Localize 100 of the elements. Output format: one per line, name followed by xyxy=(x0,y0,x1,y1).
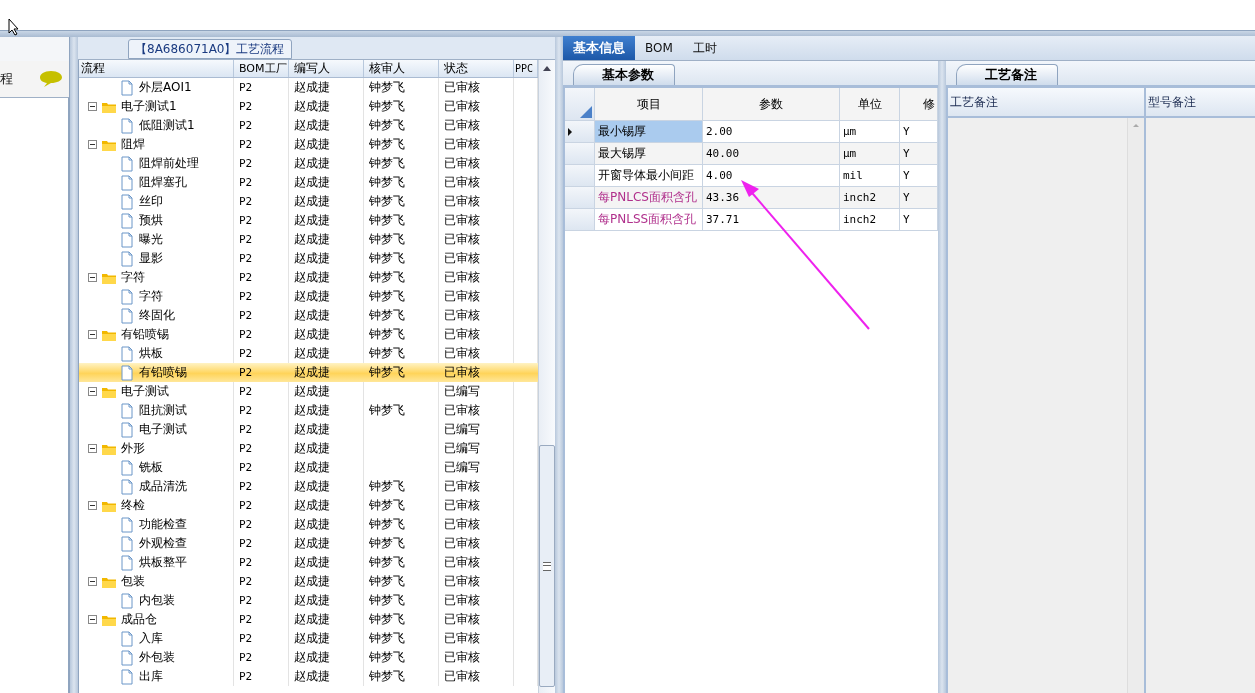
node-label: 电子测试1 xyxy=(121,98,177,115)
tree-row[interactable]: 成品仓 P2 赵成捷 钟梦飞 已审核 xyxy=(79,610,538,629)
tab[interactable]: 工时 xyxy=(682,36,727,60)
collapse-icon[interactable] xyxy=(88,615,97,624)
column-header[interactable]: 状态 xyxy=(439,60,514,77)
tree-row[interactable]: 外观检查 P2 赵成捷 钟梦飞 已审核 xyxy=(79,534,538,553)
collapse-icon[interactable] xyxy=(88,140,97,149)
tree-row[interactable]: 有铅喷锡 P2 赵成捷 钟梦飞 已审核 xyxy=(79,363,538,382)
tree-row[interactable]: 阻焊前处理 P2 赵成捷 钟梦飞 已审核 xyxy=(79,154,538,173)
collapse-icon[interactable] xyxy=(88,330,97,339)
tree-row[interactable]: 外形 P2 赵成捷 已编写 xyxy=(79,439,538,458)
table-cell: 已审核 xyxy=(444,250,480,267)
column-header[interactable]: 编写人 xyxy=(289,60,364,77)
collapse-icon[interactable] xyxy=(88,577,97,586)
tree-row[interactable]: 电子测试 P2 赵成捷 已编写 xyxy=(79,420,538,439)
table-cell: 钟梦飞 xyxy=(369,193,405,210)
table-cell: 赵成捷 xyxy=(294,535,330,552)
node-label: 烘板 xyxy=(139,345,163,362)
column-header[interactable]: 参数 xyxy=(703,88,840,121)
tree-row[interactable]: 电子测试 P2 赵成捷 已编写 xyxy=(79,382,538,401)
node-label: 成品仓 xyxy=(121,611,157,628)
collapse-icon[interactable] xyxy=(88,273,97,282)
splitter-handle[interactable] xyxy=(938,61,946,693)
tree-row[interactable]: 终固化 P2 赵成捷 钟梦飞 已审核 xyxy=(79,306,538,325)
document-icon xyxy=(119,212,135,229)
document-icon xyxy=(119,516,135,533)
group-title: 【8A686071A0】工艺流程 xyxy=(128,39,292,59)
node-label: 曝光 xyxy=(139,231,163,248)
table-cell: 钟梦飞 xyxy=(369,98,405,115)
tree-row[interactable]: 字符 P2 赵成捷 钟梦飞 已审核 xyxy=(79,268,538,287)
collapse-icon[interactable] xyxy=(88,501,97,510)
tree-row[interactable]: 终检 P2 赵成捷 钟梦飞 已审核 xyxy=(79,496,538,515)
tree-row[interactable]: 出库 P2 赵成捷 钟梦飞 已审核 xyxy=(79,667,538,686)
document-icon xyxy=(119,459,135,476)
document-icon xyxy=(119,250,135,267)
table-cell: P2 xyxy=(239,556,253,569)
tree-row[interactable]: 铣板 P2 赵成捷 已编写 xyxy=(79,458,538,477)
splitter-handle[interactable] xyxy=(555,37,563,693)
collapse-icon[interactable] xyxy=(88,102,97,111)
table-cell: 已审核 xyxy=(444,554,480,571)
document-icon xyxy=(119,231,135,248)
table-cell: 已审核 xyxy=(444,79,480,96)
node-label: 外观检查 xyxy=(139,535,187,552)
tree-row[interactable]: 显影 P2 赵成捷 钟梦飞 已审核 xyxy=(79,249,538,268)
table-cell: 赵成捷 xyxy=(294,668,330,685)
column-header[interactable]: BOM工厂 xyxy=(234,60,289,77)
tree-row[interactable]: 字符 P2 赵成捷 钟梦飞 已审核 xyxy=(79,287,538,306)
collapse-icon[interactable] xyxy=(88,387,97,396)
section-tab[interactable]: 基本参数 xyxy=(573,64,675,85)
table-cell: 赵成捷 xyxy=(294,136,330,153)
tree-row[interactable]: 内包装 P2 赵成捷 钟梦飞 已审核 xyxy=(79,591,538,610)
tree-row[interactable]: 入库 P2 赵成捷 钟梦飞 已审核 xyxy=(79,629,538,648)
collapse-icon[interactable] xyxy=(88,444,97,453)
row-header[interactable] xyxy=(565,121,595,143)
column-header[interactable]: 核审人 xyxy=(364,60,439,77)
tree-row[interactable]: 丝印 P2 赵成捷 钟梦飞 已审核 xyxy=(79,192,538,211)
table-cell: 钟梦飞 xyxy=(369,345,405,362)
tree-row[interactable]: 外包装 P2 赵成捷 钟梦飞 已审核 xyxy=(79,648,538,667)
column-header[interactable]: 工艺备注 xyxy=(948,88,1146,116)
column-header[interactable]: 型号备注 xyxy=(1146,88,1255,116)
table-cell: 赵成捷 xyxy=(294,649,330,666)
table-cell: 钟梦飞 xyxy=(369,573,405,590)
table-cell: 每PNLSS面积含孔 xyxy=(595,209,703,231)
table-cell: P2 xyxy=(239,119,253,132)
tree-row[interactable]: 阻焊 P2 赵成捷 钟梦飞 已审核 xyxy=(79,135,538,154)
tree-row[interactable]: 预烘 P2 赵成捷 钟梦飞 已审核 xyxy=(79,211,538,230)
tree-row[interactable]: 功能检查 P2 赵成捷 钟梦飞 已审核 xyxy=(79,515,538,534)
tree-row[interactable]: 电子测试1 P2 赵成捷 钟梦飞 已审核 xyxy=(79,97,538,116)
table-cell: 钟梦飞 xyxy=(369,497,405,514)
node-label: 预烘 xyxy=(139,212,163,229)
splitter-handle[interactable] xyxy=(70,37,78,693)
tab[interactable]: 基本信息 xyxy=(563,36,635,60)
tree-row[interactable]: 阻焊塞孔 P2 赵成捷 钟梦飞 已审核 xyxy=(79,173,538,192)
column-header[interactable]: 流程 xyxy=(79,60,234,77)
table-cell: 已审核 xyxy=(444,630,480,647)
tree-row[interactable]: 低阻测试1 P2 赵成捷 钟梦飞 已审核 xyxy=(79,116,538,135)
node-label: 电子测试 xyxy=(139,421,187,438)
column-header[interactable]: 单位 xyxy=(840,88,900,121)
table-cell: 最小锡厚 xyxy=(595,121,703,143)
tree-row[interactable]: 有铅喷锡 P2 赵成捷 钟梦飞 已审核 xyxy=(79,325,538,344)
tree-row[interactable]: 曝光 P2 赵成捷 钟梦飞 已审核 xyxy=(79,230,538,249)
section-tab[interactable]: 工艺备注 xyxy=(956,64,1058,85)
table-cell: P2 xyxy=(239,252,253,265)
table-cell: P2 xyxy=(239,176,253,189)
scroll-thumb[interactable] xyxy=(539,445,555,687)
table-cell: P2 xyxy=(239,195,253,208)
column-header[interactable]: 修 xyxy=(900,88,938,121)
table-cell: P2 xyxy=(239,290,253,303)
tree-row[interactable]: 成品清洗 P2 赵成捷 钟梦飞 已审核 xyxy=(79,477,538,496)
scrollbar[interactable] xyxy=(538,60,555,693)
tree-row[interactable]: 包装 P2 赵成捷 钟梦飞 已审核 xyxy=(79,572,538,591)
node-label: 包装 xyxy=(121,573,145,590)
document-icon xyxy=(119,174,135,191)
tab[interactable]: BOM xyxy=(635,36,683,60)
table-cell: 钟梦飞 xyxy=(369,250,405,267)
tree-row[interactable]: 阻抗测试 P2 赵成捷 钟梦飞 已审核 xyxy=(79,401,538,420)
column-header[interactable]: 项目 xyxy=(595,88,703,121)
node-label: 阻焊 xyxy=(121,136,145,153)
tree-row[interactable]: 烘板整平 P2 赵成捷 钟梦飞 已审核 xyxy=(79,553,538,572)
tree-row[interactable]: 外层AOI1 P2 赵成捷 钟梦飞 已审核 xyxy=(79,78,538,97)
